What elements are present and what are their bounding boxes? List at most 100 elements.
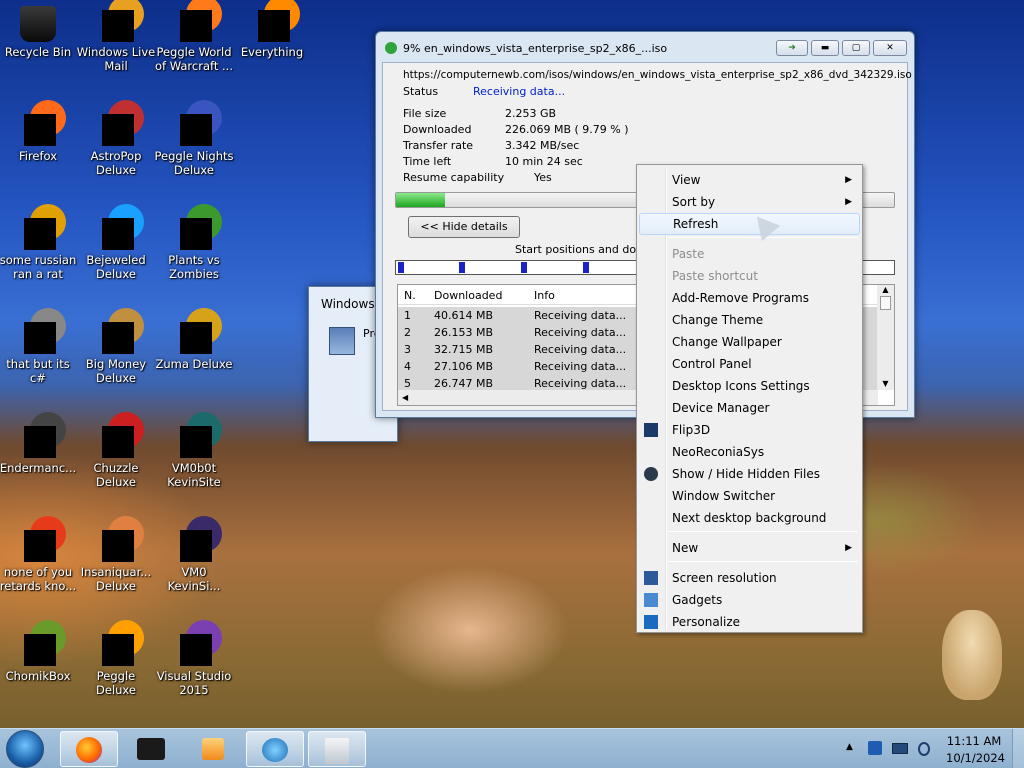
menu-item-add-remove-programs[interactable]: Add-Remove Programs xyxy=(639,287,860,309)
scroll-down-arrow[interactable]: ▼ xyxy=(877,379,894,388)
desktop-icon-label: VM0 KevinSi... xyxy=(167,565,221,593)
desktop-icon[interactable]: some russian ran a rat xyxy=(0,204,78,281)
desktop-icon-label: VM0b0t KevinSite xyxy=(167,461,221,489)
taskbar-explorer[interactable] xyxy=(308,731,366,767)
desktop-icon[interactable]: ChomikBox xyxy=(0,620,78,683)
desktop-icon[interactable]: Bejeweled Deluxe xyxy=(76,204,156,281)
download-url: https://computernewb.com/isos/windows/en… xyxy=(403,69,912,81)
menu-item-paste: Paste xyxy=(639,243,860,265)
column-header-n[interactable]: N. xyxy=(404,289,416,302)
download-progress-fill xyxy=(396,193,445,207)
desktop-icon[interactable]: Recycle Bin xyxy=(0,6,78,59)
desktop-icon[interactable]: Firefox xyxy=(0,100,78,163)
column-header-info[interactable]: Info xyxy=(534,289,555,302)
desktop-icon[interactable]: Chuzzle Deluxe xyxy=(76,412,156,489)
media-player-icon xyxy=(202,738,224,760)
menu-item-new[interactable]: New ▶ xyxy=(639,537,860,559)
idm-tray-icon xyxy=(137,738,165,760)
desktop-icon-label: Zuma Deluxe xyxy=(155,357,233,371)
game-icon xyxy=(98,412,144,458)
volume-icon[interactable] xyxy=(918,742,930,756)
menu-item-gadgets[interactable]: Gadgets xyxy=(639,589,860,611)
app-icon xyxy=(20,204,66,250)
taskbar: ▲ 11:11 AM 10/1/2024 xyxy=(0,728,1024,768)
menu-item-label: Change Theme xyxy=(672,313,764,327)
menu-item-control-panel[interactable]: Control Panel xyxy=(639,353,860,375)
game-icon xyxy=(176,308,222,354)
menu-item-change-theme[interactable]: Change Theme xyxy=(639,309,860,331)
segment-marker xyxy=(521,262,527,273)
menu-item-label: Add-Remove Programs xyxy=(672,291,809,305)
desktop-icon[interactable]: Peggle Nights Deluxe xyxy=(154,100,234,177)
desktop-icon[interactable]: AstroPop Deluxe xyxy=(76,100,156,177)
desktop-icon[interactable]: Peggle World of Warcraft ... xyxy=(154,0,234,73)
desktop-icon[interactable]: Peggle Deluxe xyxy=(76,620,156,697)
close-button[interactable]: ✕ xyxy=(873,40,907,56)
desktop-icon-label: ChomikBox xyxy=(5,669,71,683)
field-label: Time left xyxy=(403,155,452,168)
mail-icon xyxy=(98,0,144,42)
menu-item-change-wallpaper[interactable]: Change Wallpaper xyxy=(639,331,860,353)
explorer-icon xyxy=(325,738,349,764)
desktop-icon-label: none of you retards kno... xyxy=(0,565,77,593)
menu-item-flip3d[interactable]: Flip3D xyxy=(639,419,860,441)
menu-item-label: Window Switcher xyxy=(672,489,776,503)
menu-item-desktop-icons-settings[interactable]: Desktop Icons Settings xyxy=(639,375,860,397)
desktop-icon[interactable]: Zuma Deluxe xyxy=(154,308,234,371)
taskbar-app-2[interactable] xyxy=(122,731,180,767)
menu-item-personalize[interactable]: Personalize xyxy=(639,611,860,633)
clock-time[interactable]: 11:11 AM xyxy=(946,734,1002,748)
hamster-gadget[interactable] xyxy=(942,610,1002,700)
menu-item-sort-by[interactable]: Sort by ▶ xyxy=(639,191,860,213)
submenu-arrow-icon: ▶ xyxy=(845,175,852,185)
row-info: Receiving data... xyxy=(534,377,627,390)
network-icon[interactable] xyxy=(892,743,908,754)
menu-item-next-desktop-background[interactable]: Next desktop background xyxy=(639,507,860,529)
minimize-button[interactable]: ▬ xyxy=(811,40,839,56)
menu-item-label: Personalize xyxy=(672,615,741,629)
maximize-button[interactable]: ▢ xyxy=(842,40,870,56)
taskbar-media-player[interactable] xyxy=(184,731,242,767)
menu-item-neoreconiasys[interactable]: NeoReconiaSys xyxy=(639,441,860,463)
field-value: 10 min 24 sec xyxy=(505,155,583,168)
desktop-icon[interactable]: Windows Live Mail xyxy=(76,0,156,73)
hide-details-button[interactable]: << Hide details xyxy=(408,216,520,238)
tray-icon-1[interactable] xyxy=(868,741,882,755)
column-header-downloaded[interactable]: Downloaded xyxy=(434,289,502,302)
desktop-icon[interactable]: Everything xyxy=(232,0,312,59)
clock-date[interactable]: 10/1/2024 xyxy=(946,751,1005,765)
desktop-icon[interactable]: VM0 KevinSi... xyxy=(154,516,234,593)
menu-item-device-manager[interactable]: Device Manager xyxy=(639,397,860,419)
desktop-context-menu: View ▶ Sort by ▶ Refresh Paste Paste shortcut A… xyxy=(636,164,863,633)
start-button[interactable] xyxy=(6,730,44,768)
desktop-icon[interactable]: VM0b0t KevinSite xyxy=(154,412,234,489)
row-downloaded: 40.614 MB xyxy=(434,309,494,322)
taskbar-firefox[interactable] xyxy=(60,731,118,767)
desktop-icon[interactable]: Endermanc... xyxy=(0,412,78,475)
gadgets-icon xyxy=(644,593,658,607)
desktop-icon-label: some russian ran a rat xyxy=(0,253,77,281)
menu-item-view[interactable]: View ▶ xyxy=(639,169,860,191)
desktop-icon-label: Visual Studio 2015 xyxy=(156,669,232,697)
minimize-to-tray-button[interactable]: ➜ xyxy=(776,40,808,56)
desktop-icon[interactable]: none of you retards kno... xyxy=(0,516,78,593)
desktop-icon[interactable]: Plants vs Zombies xyxy=(154,204,234,281)
desktop-icon-label: Bejeweled Deluxe xyxy=(86,253,146,281)
scroll-thumb[interactable] xyxy=(880,296,891,310)
desktop-icon[interactable]: Big Money Deluxe xyxy=(76,308,156,385)
globe-icon xyxy=(644,467,658,481)
show-desktop-button[interactable] xyxy=(1012,729,1024,768)
show-hidden-icons-button[interactable]: ▲ xyxy=(846,742,853,752)
idm-icon xyxy=(262,738,288,762)
taskbar-idm[interactable] xyxy=(246,731,304,767)
menu-item-window-switcher[interactable]: Window Switcher xyxy=(639,485,860,507)
search-icon xyxy=(254,0,300,42)
scroll-up-arrow[interactable]: ▲ xyxy=(877,285,894,294)
desktop-icon[interactable]: that but its c# xyxy=(0,308,78,385)
desktop-icon[interactable]: Visual Studio 2015 xyxy=(154,620,234,697)
menu-item-screen-resolution[interactable]: Screen resolution xyxy=(639,567,860,589)
vertical-scrollbar[interactable]: ▲ ▼ xyxy=(877,285,894,390)
menu-item-label: Device Manager xyxy=(672,401,770,415)
menu-item-show-hide-hidden-files[interactable]: Show / Hide Hidden Files xyxy=(639,463,860,485)
desktop-icon[interactable]: Insaniquar... Deluxe xyxy=(76,516,156,593)
